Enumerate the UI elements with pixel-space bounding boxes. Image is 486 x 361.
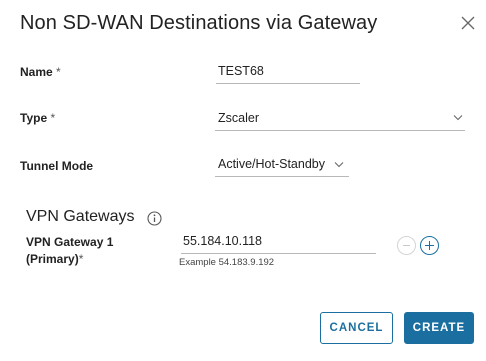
create-button[interactable]: CREATE — [404, 312, 474, 344]
vpn-gateway-1-input[interactable]: 55.184.10.118 — [181, 234, 376, 254]
info-icon[interactable] — [147, 211, 162, 226]
type-select[interactable]: Zscaler — [215, 111, 465, 131]
type-select-value: Zscaler — [218, 111, 259, 125]
chevron-down-icon — [453, 115, 463, 121]
tunnel-mode-select[interactable]: Active/Hot-Standby — [215, 157, 349, 177]
tunnel-mode-label: Tunnel Mode — [20, 159, 94, 173]
vpn-gateways-heading: VPN Gateways — [26, 208, 135, 225]
vpn-gateway-1-label: VPN Gateway 1 (Primary)* — [26, 235, 114, 266]
cancel-button[interactable]: CANCEL — [320, 312, 393, 344]
add-gateway-button[interactable] — [420, 236, 439, 255]
name-input[interactable]: TEST68 — [216, 64, 360, 84]
chevron-down-icon — [334, 162, 344, 168]
dialog-title: Non SD-WAN Destinations via Gateway — [20, 12, 378, 34]
dialog: Non SD-WAN Destinations via Gateway Name… — [0, 0, 486, 361]
name-label: Name * — [20, 65, 61, 79]
vpn-gateway-1-hint: Example 54.183.9.192 — [179, 257, 275, 268]
type-label: Type * — [20, 111, 56, 125]
tunnel-mode-select-value: Active/Hot-Standby — [218, 157, 325, 171]
remove-gateway-button[interactable] — [397, 236, 416, 255]
close-icon[interactable] — [459, 14, 477, 32]
